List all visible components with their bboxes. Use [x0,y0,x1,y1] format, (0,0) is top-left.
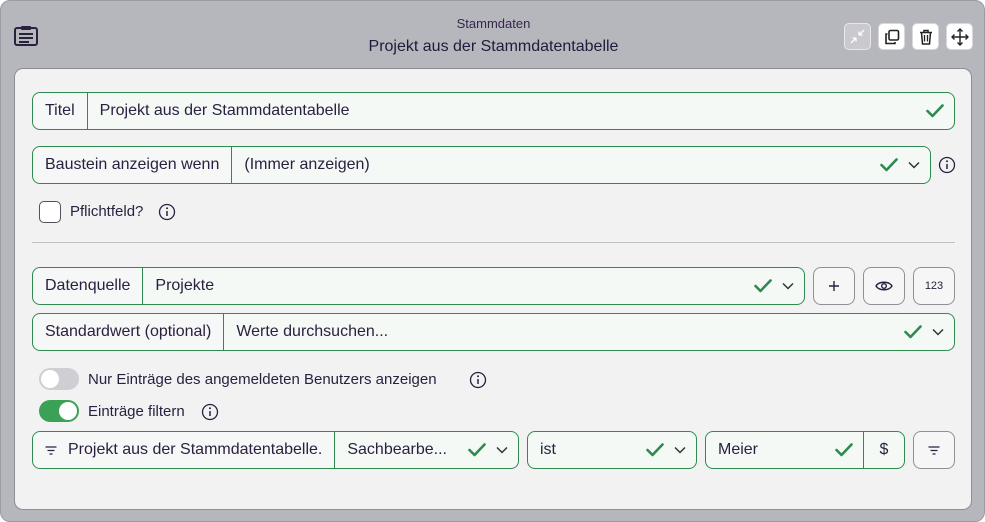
filter-entries-label: Einträge filtern [88,403,185,420]
titel-input[interactable]: Projekt aus der Stammdatentabelle [88,93,926,129]
block-title: Projekt aus der Stammdatentabelle [368,38,619,55]
add-datasource-button[interactable] [813,267,855,305]
filter-subfield-select[interactable]: Sachbearbe... [335,432,468,468]
move-icon [950,27,969,46]
toggle-knob [59,402,77,420]
check-icon [880,158,898,172]
own-entries-toggle[interactable] [39,368,79,390]
toggle-knob [41,370,59,388]
check-icon [754,279,772,293]
move-button[interactable] [946,23,973,50]
section-divider [32,242,955,243]
visibility-condition-label: Baustein anzeigen wenn [33,147,233,183]
filter-lines-icon [45,445,57,455]
filter-options-button[interactable] [913,431,955,469]
datasource-field[interactable]: Datenquelle Projekte [32,267,805,305]
filter-value-field[interactable]: Meier $ [705,431,905,469]
default-value-label: Standardwert (optional) [33,314,225,350]
chevron-down-icon[interactable] [496,446,508,454]
datasource-label: Datenquelle [33,268,144,304]
filter-operator-value[interactable]: ist [528,432,646,468]
chevron-down-icon[interactable] [782,282,794,290]
default-value-search[interactable]: Werte durchsuchen... [224,314,904,350]
info-icon[interactable] [158,203,176,221]
required-checkbox[interactable] [39,201,61,223]
check-icon [646,443,664,457]
number-format-button[interactable]: 123 [913,267,955,305]
filter-lines-icon [928,445,940,455]
info-icon[interactable] [938,156,956,174]
datasource-select[interactable]: Projekte [143,268,754,304]
check-icon [835,443,853,457]
filter-operator-select[interactable]: ist [527,431,697,469]
default-value-field[interactable]: Standardwert (optional) Werte durchsuche… [32,313,955,351]
filter-field-group[interactable]: Projekt aus der Stammdatentabelle. Sachb… [32,431,519,469]
chevron-down-icon[interactable] [932,328,944,336]
visibility-condition-select[interactable]: (Immer anzeigen) [232,147,880,183]
titel-field[interactable]: Titel Projekt aus der Stammdatentabelle [32,92,955,130]
filter-entries-toggle[interactable] [39,400,79,422]
info-icon[interactable] [201,403,219,421]
check-icon [468,443,486,457]
collapse-icon [850,29,865,44]
block-category: Stammdaten [456,16,531,31]
filter-value-input[interactable]: Meier [706,432,835,468]
collapse-button[interactable] [844,23,871,50]
check-icon [904,325,922,339]
required-label: Pflichtfeld? [70,203,144,220]
delete-button[interactable] [912,23,939,50]
check-icon [926,104,944,118]
trash-icon [919,29,932,45]
titel-label: Titel [33,93,88,129]
eye-icon [875,281,893,291]
plus-icon [829,281,839,291]
filter-field[interactable]: Projekt aus der Stammdatentabelle. [33,432,336,468]
copy-icon [884,29,899,44]
variable-button[interactable]: $ [864,432,904,468]
block-editor-window: Stammdaten Projekt aus der Stammdatentab… [0,0,985,522]
preview-button[interactable] [863,267,905,305]
filter-field-label: Projekt aus der Stammdatentabelle. [68,441,323,458]
visibility-condition-field[interactable]: Baustein anzeigen wenn (Immer anzeigen) [32,146,931,184]
chevron-down-icon[interactable] [908,161,920,169]
duplicate-button[interactable] [878,23,905,50]
own-entries-label: Nur Einträge des angemeldeten Benutzers … [88,371,437,388]
info-icon[interactable] [469,371,487,389]
chevron-down-icon[interactable] [674,446,686,454]
